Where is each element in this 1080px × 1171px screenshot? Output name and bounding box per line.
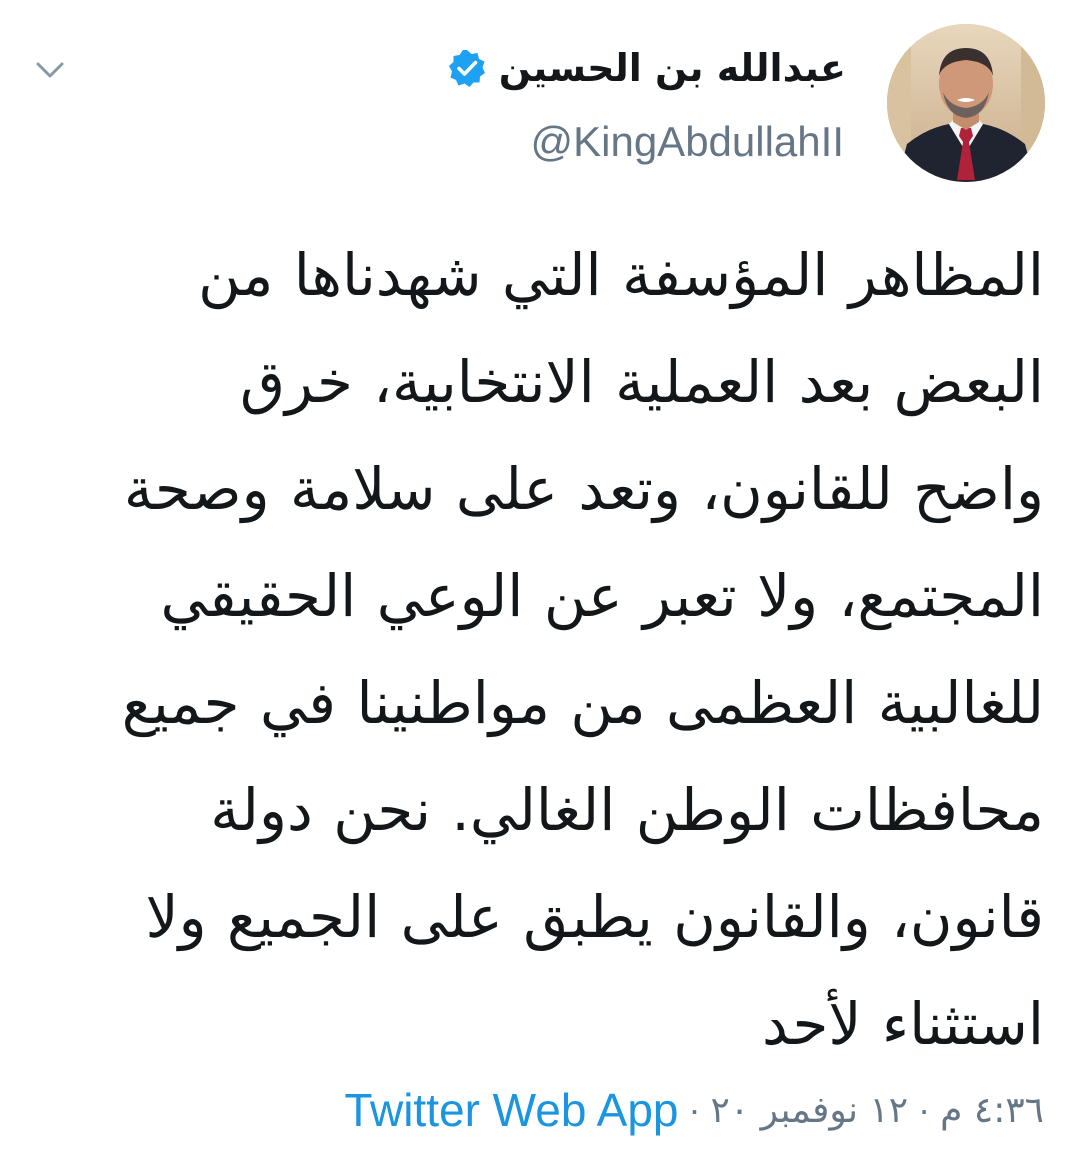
tweet-meta: Twitter Web App · ١٢ نوفمبر ٢٠ · ٤:٣٦ م xyxy=(344,1080,1044,1140)
meta-separator: · xyxy=(688,1089,701,1130)
tweet-menu-button[interactable] xyxy=(28,48,72,92)
tweet-date[interactable]: ١٢ نوفمبر ٢٠ xyxy=(711,1090,909,1131)
verified-badge-icon xyxy=(447,48,487,88)
tweet-time[interactable]: ٤:٣٦ م xyxy=(940,1090,1044,1131)
author-handle[interactable]: @KingAbdullahII xyxy=(530,118,844,166)
tweet-text: المظاهر المؤسفة التي شهدناها من البعض بع… xyxy=(121,241,1044,1058)
author-avatar[interactable] xyxy=(887,24,1045,182)
author-display-name[interactable]: عبدالله بن الحسين xyxy=(499,46,846,90)
tweet-card: عبدالله بن الحسين @KingAbdullahII المظاه… xyxy=(0,0,1080,1171)
source-link[interactable]: Twitter Web App xyxy=(344,1083,678,1137)
chevron-down-icon xyxy=(36,62,64,78)
author-name-row: عبدالله بن الحسين xyxy=(447,40,846,96)
meta-separator: · xyxy=(918,1089,931,1130)
profile-photo-icon xyxy=(887,24,1045,182)
